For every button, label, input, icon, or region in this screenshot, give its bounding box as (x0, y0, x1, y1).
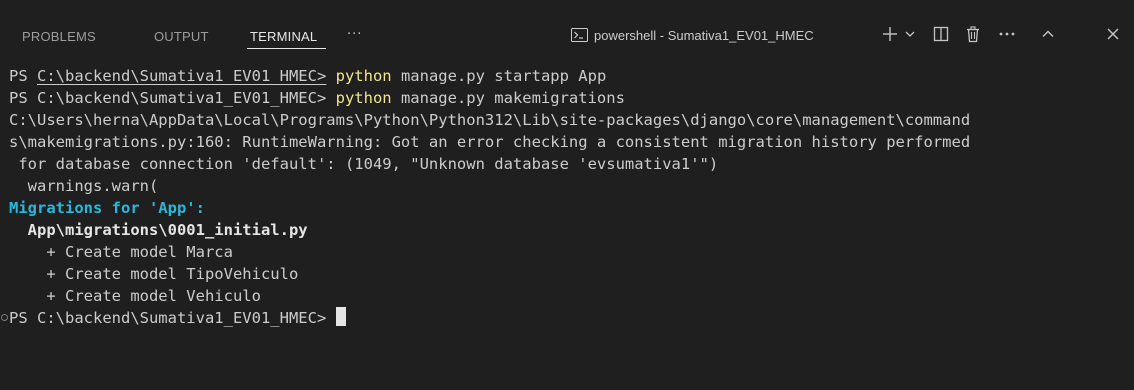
chevron-up-icon[interactable] (1039, 24, 1057, 44)
close-icon[interactable] (1104, 24, 1122, 44)
prompt-path-link[interactable]: C:\backend\Sumativa1_EV01_HMEC> (37, 67, 326, 85)
terminal-line: PS C:\backend\Sumativa1_EV01_HMEC> pytho… (9, 87, 625, 109)
split-icon[interactable] (931, 24, 951, 44)
terminal-icon (571, 28, 588, 42)
terminal-line: warnings.warn( (9, 177, 159, 195)
terminal-line: C:\Users\herna\AppData\Local\Programs\Py… (9, 111, 971, 129)
more-tabs-icon[interactable]: ··· (347, 27, 362, 42)
terminal-output[interactable]: PS C:\backend\Sumativa1_EV01_HMEC> pytho… (0, 65, 1134, 390)
terminal-line: PS C:\backend\Sumativa1_EV01_HMEC> pytho… (9, 65, 606, 87)
active-tab-indicator (247, 48, 326, 49)
command-keyword: python (335, 89, 392, 107)
ellipsis-icon[interactable] (995, 24, 1019, 44)
migration-op: + Create model TipoVehiculo (9, 265, 299, 283)
tab-terminal[interactable]: TERMINAL (250, 30, 317, 44)
migration-op: + Create model Marca (9, 243, 233, 261)
command-keyword: python (335, 67, 392, 85)
trash-icon[interactable] (963, 24, 983, 44)
migrations-header: Migrations for 'App': (9, 199, 205, 217)
prompt-label: PS (9, 67, 37, 85)
plus-icon[interactable] (880, 24, 900, 44)
tab-output[interactable]: OUTPUT (154, 30, 209, 44)
terminal-cursor (335, 307, 346, 326)
terminal-line: s\makemigrations.py:160: RuntimeWarning:… (9, 133, 971, 151)
panel-header: PROBLEMS OUTPUT TERMINAL ··· powershell … (0, 0, 1134, 50)
terminal-prompt-line: PS C:\backend\Sumativa1_EV01_HMEC> (9, 307, 346, 329)
chevron-down-icon[interactable] (903, 24, 917, 44)
terminal-panel: PROBLEMS OUTPUT TERMINAL ··· powershell … (0, 0, 1134, 390)
prompt-label: PS C:\backend\Sumativa1_EV01_HMEC> (9, 309, 336, 327)
terminal-line: for database connection 'default': (1049… (9, 155, 719, 173)
tab-problems[interactable]: PROBLEMS (22, 30, 96, 44)
prompt-label: PS C:\backend\Sumativa1_EV01_HMEC> (9, 89, 336, 107)
command-args: manage.py startapp App (391, 67, 607, 85)
migration-file: App\migrations\0001_initial.py (9, 221, 308, 239)
terminal-title[interactable]: powershell - Sumativa1_EV01_HMEC (594, 28, 814, 43)
migration-op: + Create model Vehiculo (9, 287, 261, 305)
command-args: manage.py makemigrations (391, 89, 625, 107)
command-decoration-icon[interactable] (1, 314, 8, 321)
